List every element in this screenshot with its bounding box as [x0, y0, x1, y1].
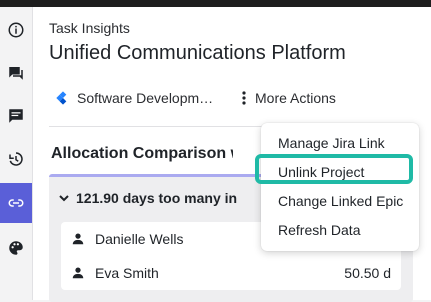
list-item: Eva Smith 50.50 d — [61, 256, 401, 290]
comment-icon — [9, 109, 23, 123]
toolbar: Software Developm… More Actions — [49, 87, 336, 109]
top-bar — [0, 0, 431, 7]
person-name: Eva Smith — [95, 265, 159, 281]
sidebar-item-comments[interactable] — [0, 96, 32, 136]
panel-eyebrow: Task Insights — [49, 20, 130, 36]
palette-icon — [9, 241, 23, 255]
more-actions-button[interactable]: More Actions — [255, 90, 336, 106]
info-icon — [8, 22, 24, 38]
history-icon — [9, 152, 23, 166]
menu-item-label: Unlink Project — [278, 163, 365, 180]
menu-item-refresh-data[interactable]: Refresh Data — [261, 215, 419, 244]
sidebar-item-info[interactable] — [0, 10, 32, 50]
more-actions-menu: Manage Jira Link Unlink Project Change L… — [261, 123, 419, 251]
allocation-summary: 121.90 days too many in — [76, 190, 238, 206]
page-title: Unified Communications Platform — [49, 42, 346, 64]
task-insights-panel: Task Insights Unified Communications Pla… — [33, 7, 431, 302]
person-name: Danielle Wells — [95, 231, 184, 247]
person-icon — [72, 267, 84, 279]
menu-item-unlink-project[interactable]: Unlink Project — [261, 157, 419, 186]
menu-item-label: Refresh Data — [278, 221, 361, 238]
jira-logo-icon — [56, 91, 67, 105]
linked-project-link[interactable]: Software Developm… — [77, 90, 217, 106]
sidebar-item-link[interactable] — [0, 183, 32, 223]
chevron-down-icon — [59, 195, 69, 202]
chat-icon — [9, 67, 23, 80]
sidebar-rail — [0, 7, 33, 300]
menu-item-manage-jira-link[interactable]: Manage Jira Link — [261, 128, 419, 157]
menu-item-change-linked-epic[interactable]: Change Linked Epic — [261, 186, 419, 215]
allocation-group-header[interactable]: 121.90 days too many in — [58, 190, 237, 206]
person-icon — [72, 233, 84, 245]
sidebar-item-history[interactable] — [0, 139, 32, 179]
link-icon — [8, 199, 24, 207]
sidebar-item-theme[interactable] — [0, 228, 32, 268]
section-title: Allocation Comparison wi — [51, 145, 233, 162]
person-days: 50.50 d — [344, 265, 391, 281]
menu-item-label: Change Linked Epic — [278, 192, 404, 209]
menu-item-label: Manage Jira Link — [278, 134, 385, 151]
sidebar-item-chat[interactable] — [0, 53, 32, 93]
more-vert-icon[interactable] — [239, 91, 249, 105]
